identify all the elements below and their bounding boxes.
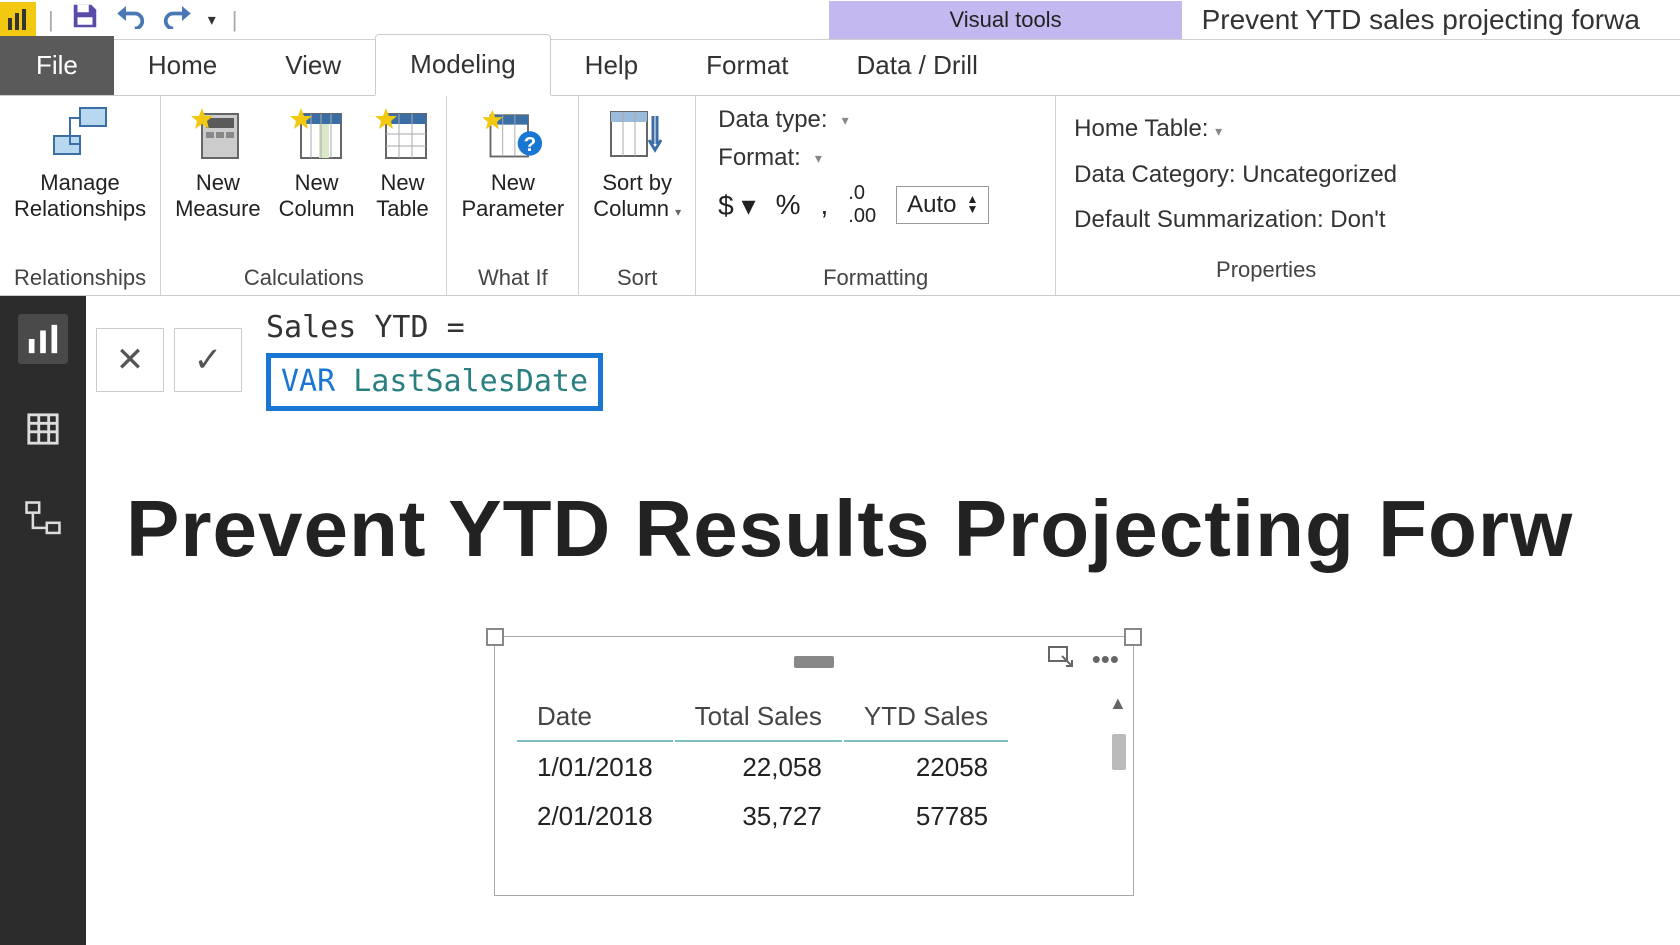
manage-relationships-label: Manage Relationships bbox=[14, 170, 146, 223]
col-date[interactable]: Date bbox=[517, 693, 673, 742]
page-title: Prevent YTD Results Projecting Forw bbox=[86, 423, 1680, 575]
new-measure-label: New Measure bbox=[175, 170, 261, 223]
left-nav bbox=[0, 296, 86, 945]
app-icon bbox=[0, 2, 36, 38]
group-label-sort: Sort bbox=[593, 259, 681, 291]
tab-data-drill[interactable]: Data / Drill bbox=[823, 36, 1012, 95]
relationships-icon bbox=[50, 104, 110, 164]
new-column-button[interactable]: New Column bbox=[279, 104, 355, 223]
nav-model-icon[interactable] bbox=[18, 494, 68, 544]
currency-icon[interactable]: $ ▾ bbox=[718, 189, 755, 222]
group-sort: Sort by Column ▾ Sort bbox=[579, 96, 696, 295]
redo-icon[interactable] bbox=[162, 3, 192, 36]
data-table: Date Total Sales YTD Sales 1/01/2018 22,… bbox=[515, 691, 1010, 842]
title-bar: | ▾ | Visual tools Prevent YTD sales pro… bbox=[0, 0, 1680, 40]
scroll-thumb[interactable] bbox=[1112, 734, 1126, 770]
new-measure-icon bbox=[188, 104, 248, 164]
tab-file[interactable]: File bbox=[0, 36, 114, 95]
default-summarization-label[interactable]: Default Summarization: Don't bbox=[1074, 197, 1458, 243]
sort-label: Sort by Column bbox=[593, 170, 672, 221]
group-calculations: New Measure New Column New Table Calcula… bbox=[161, 96, 447, 295]
chevron-down-icon[interactable]: ▾ bbox=[842, 112, 849, 129]
formula-accept-button[interactable]: ✓ bbox=[174, 328, 242, 392]
new-measure-button[interactable]: New Measure bbox=[175, 104, 261, 223]
group-label-formatting: Formatting bbox=[718, 259, 1033, 291]
decimal-places-stepper[interactable]: Auto▲▼ bbox=[896, 186, 989, 224]
new-parameter-label: New Parameter bbox=[461, 170, 564, 223]
group-label-relationships: Relationships bbox=[14, 259, 146, 291]
formula-line-2-highlight: VAR LastSalesDate bbox=[266, 353, 603, 412]
nav-report-icon[interactable] bbox=[18, 314, 68, 364]
new-table-label: New Table bbox=[376, 170, 429, 223]
formula-bar: ✕ ✓ Sales YTD = VAR LastSalesDate bbox=[86, 296, 1680, 423]
manage-relationships-button[interactable]: Manage Relationships bbox=[14, 104, 146, 223]
formula-cancel-button[interactable]: ✕ bbox=[96, 328, 164, 392]
svg-text:?: ? bbox=[523, 133, 536, 156]
group-label-properties: Properties bbox=[1074, 243, 1458, 291]
table-row: 2/01/2018 35,727 57785 bbox=[517, 793, 1008, 840]
group-properties: Home Table: ▾ Data Category: Uncategoriz… bbox=[1056, 96, 1476, 295]
group-relationships: Manage Relationships Relationships bbox=[0, 96, 161, 295]
tab-view[interactable]: View bbox=[251, 36, 375, 95]
scroll-up-icon[interactable]: ▲ bbox=[1109, 693, 1129, 714]
nav-data-icon[interactable] bbox=[18, 404, 68, 454]
undo-icon[interactable] bbox=[116, 3, 146, 36]
formula-line-1: Sales YTD = bbox=[266, 308, 603, 349]
formula-editor[interactable]: Sales YTD = VAR LastSalesDate bbox=[252, 308, 603, 411]
new-column-icon bbox=[287, 104, 347, 164]
col-total-sales[interactable]: Total Sales bbox=[675, 693, 842, 742]
col-ytd-sales[interactable]: YTD Sales bbox=[844, 693, 1008, 742]
group-label-whatif: What If bbox=[461, 259, 564, 291]
home-table-label: Home Table: bbox=[1074, 115, 1208, 142]
save-icon[interactable] bbox=[70, 1, 100, 38]
tab-format[interactable]: Format bbox=[672, 36, 822, 95]
new-parameter-button[interactable]: ? New Parameter bbox=[461, 104, 564, 223]
new-table-button[interactable]: New Table bbox=[372, 104, 432, 223]
new-column-label: New Column bbox=[279, 170, 355, 223]
chevron-down-icon[interactable]: ▾ bbox=[1215, 123, 1222, 139]
sort-by-column-button[interactable]: Sort by Column ▾ bbox=[593, 104, 681, 223]
percent-icon[interactable]: % bbox=[776, 189, 801, 221]
more-options-icon[interactable]: ••• bbox=[1092, 644, 1119, 675]
document-title: Prevent YTD sales projecting forwa bbox=[1202, 4, 1640, 36]
report-canvas[interactable]: ✕ ✓ Sales YTD = VAR LastSalesDate Preven… bbox=[86, 296, 1680, 945]
decimal-icon[interactable]: .0.00 bbox=[848, 182, 876, 228]
tab-home[interactable]: Home bbox=[114, 36, 251, 95]
group-whatif: ? New Parameter What If bbox=[447, 96, 579, 295]
new-table-icon bbox=[372, 104, 432, 164]
new-parameter-icon: ? bbox=[483, 104, 543, 164]
group-label-calculations: Calculations bbox=[175, 259, 432, 291]
format-label: Format: bbox=[718, 144, 801, 172]
table-row: 1/01/2018 22,058 22058 bbox=[517, 744, 1008, 791]
workspace: ✕ ✓ Sales YTD = VAR LastSalesDate Preven… bbox=[0, 296, 1680, 945]
ribbon: Manage Relationships Relationships New M… bbox=[0, 96, 1680, 296]
group-formatting: Data type: ▾ Format: ▾ $ ▾ % , .0.00 Aut… bbox=[696, 96, 1056, 295]
data-category-label[interactable]: Data Category: Uncategorized bbox=[1074, 152, 1458, 198]
ribbon-tabs: File Home View Modeling Help Format Data… bbox=[0, 40, 1680, 96]
thousands-icon[interactable]: , bbox=[821, 189, 829, 221]
table-visual[interactable]: ••• Date Total Sales YTD Sales 1/01/2018… bbox=[494, 636, 1134, 896]
tab-modeling[interactable]: Modeling bbox=[375, 34, 551, 96]
visual-scrollbar[interactable]: ▲ bbox=[1109, 693, 1129, 891]
focus-mode-icon[interactable] bbox=[1048, 644, 1074, 675]
quick-access-toolbar: | ▾ | bbox=[36, 1, 249, 38]
chevron-down-icon[interactable]: ▾ bbox=[815, 150, 822, 167]
drag-grip-icon[interactable] bbox=[794, 656, 834, 662]
sort-icon bbox=[607, 104, 667, 164]
data-type-label: Data type: bbox=[718, 106, 827, 134]
chevron-down-icon: ▾ bbox=[675, 205, 681, 219]
tab-help[interactable]: Help bbox=[551, 36, 672, 95]
qat-customize-icon[interactable]: ▾ bbox=[208, 10, 216, 30]
contextual-tab-title: Visual tools bbox=[829, 1, 1181, 39]
